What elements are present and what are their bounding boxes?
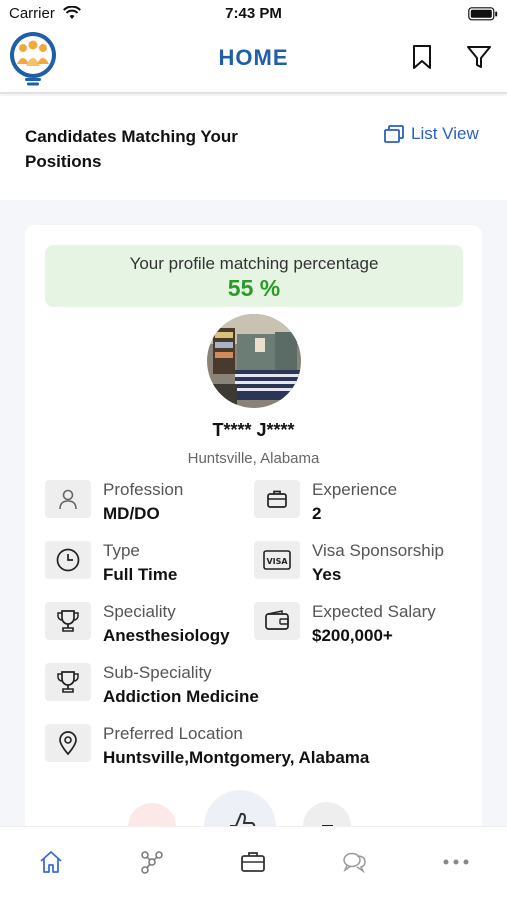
field-value: Huntsville,Montgomery, Alabama	[103, 748, 370, 767]
field-value: Full Time	[103, 565, 178, 584]
nav-more-icon[interactable]	[441, 847, 471, 877]
field-value: Addiction Medicine	[103, 687, 259, 706]
trophy-icon	[45, 602, 91, 640]
section-title: Candidates Matching Your Positions	[25, 127, 238, 171]
field-label: Expected Salary	[312, 602, 436, 621]
match-percentage-box: Your profile matching percentage 55 %	[45, 245, 463, 307]
field-label: Sub-Speciality	[103, 663, 212, 682]
list-view-label: List View	[411, 124, 479, 143]
nav-chat-icon[interactable]	[340, 847, 370, 877]
app-header: HOME	[0, 26, 507, 94]
section-header: Candidates Matching Your Positions List …	[0, 96, 507, 200]
bookmark-icon[interactable]	[409, 43, 435, 71]
user-icon	[45, 480, 91, 518]
field-value: Yes	[312, 565, 342, 584]
candidate-avatar	[207, 314, 301, 408]
field-label: Speciality	[103, 602, 176, 621]
field-label: Profession	[103, 480, 184, 499]
battery-icon	[468, 7, 498, 21]
clock-icon	[45, 541, 91, 579]
field-value: 2	[312, 504, 322, 523]
candidate-name: T**** J****	[212, 420, 295, 440]
field-value: $200,000+	[312, 626, 393, 645]
list-view-button[interactable]: List View	[383, 124, 479, 144]
field-value: MD/DO	[103, 504, 160, 523]
match-label: Your profile matching percentage	[129, 254, 379, 273]
match-value: 55 %	[227, 275, 281, 301]
location-pin-icon	[45, 724, 91, 762]
field-label: Type	[103, 541, 140, 560]
field-label: Experience	[312, 480, 398, 499]
field-label: Preferred Location	[103, 724, 243, 743]
candidate-actions	[0, 790, 507, 862]
nav-home-icon[interactable]	[36, 847, 66, 877]
field-value: Anesthesiology	[103, 626, 230, 645]
bottom-navigation	[0, 826, 507, 900]
wallet-icon	[254, 602, 300, 640]
nav-network-icon[interactable]	[137, 847, 167, 877]
status-bar: Carrier 7:43 PM	[0, 0, 507, 26]
nav-jobs-icon[interactable]	[238, 847, 268, 877]
field-label: Visa Sponsorship	[312, 541, 444, 560]
filter-icon[interactable]	[465, 43, 493, 71]
trophy-icon	[45, 663, 91, 701]
candidate-location: Huntsville, Alabama	[187, 450, 320, 467]
briefcase-icon	[254, 480, 300, 518]
svg-text:VISA: VISA	[266, 557, 288, 566]
status-time: 7:43 PM	[225, 5, 282, 22]
visa-card-icon: VISA	[254, 541, 300, 579]
list-view-icon	[384, 125, 404, 143]
